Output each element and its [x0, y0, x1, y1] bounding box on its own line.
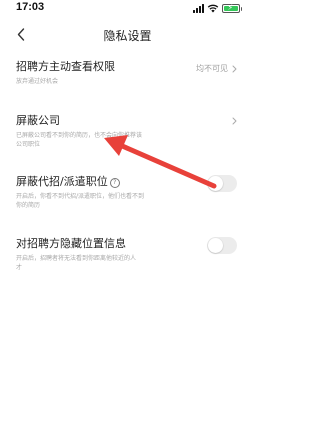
setting-row-block-dispatch-jobs: 屏蔽代招/派遣职位? 开启后，你看不到代招/派遣职位，他们也看不到 你的简历 — [16, 175, 239, 215]
setting-title: 对招聘方隐藏位置信息 — [16, 237, 126, 250]
setting-title: 屏蔽公司 — [16, 114, 60, 127]
setting-row-block-companies[interactable]: 屏蔽公司 已屏蔽公司看不到你的简历，也不会向你推荐该 公司职位 — [16, 114, 239, 154]
setting-description: 已屏蔽公司看不到你的简历，也不会向你推荐该 公司职位 — [16, 132, 143, 148]
toggle-switch[interactable] — [207, 175, 237, 192]
setting-title: 屏蔽代招/派遣职位? — [16, 175, 239, 189]
wifi-icon — [207, 4, 218, 13]
help-icon[interactable]: ? — [109, 178, 120, 188]
setting-value: 均不可见 — [196, 63, 237, 74]
toggle-knob — [208, 176, 223, 191]
battery-cap — [240, 6, 242, 11]
toggle-knob — [208, 238, 223, 253]
status-bar: 17:03 ⚡ — [0, 0, 255, 18]
setting-value-text: 均不可见 — [196, 64, 228, 73]
status-icons: ⚡ — [192, 3, 242, 14]
chevron-right-icon — [232, 117, 237, 125]
page-title: 隐私设置 — [103, 29, 152, 43]
status-time: 17:03 — [16, 1, 45, 13]
toggle-switch[interactable] — [207, 237, 237, 254]
nav-bar: 隐私设置 — [0, 22, 255, 46]
setting-description: 放弃通过好机会 — [16, 78, 59, 85]
setting-row-hide-location: 对招聘方隐藏位置信息 开启后，招聘者将无法看到你距离他较近的人 才 — [16, 237, 239, 277]
battery-icon: ⚡ — [221, 3, 240, 13]
signal-icon — [192, 4, 204, 13]
setting-row-view-permission[interactable]: 招聘方主动查看权限 放弃通过好机会 均不可见 — [16, 60, 239, 92]
setting-description: 开启后，招聘者将无法看到你距离他较近的人 才 — [16, 255, 137, 271]
chevron-right-icon — [232, 65, 237, 72]
setting-description: 开启后，你看不到代招/派遣职位，他们也看不到 你的简历 — [16, 193, 145, 209]
setting-value — [232, 117, 237, 125]
